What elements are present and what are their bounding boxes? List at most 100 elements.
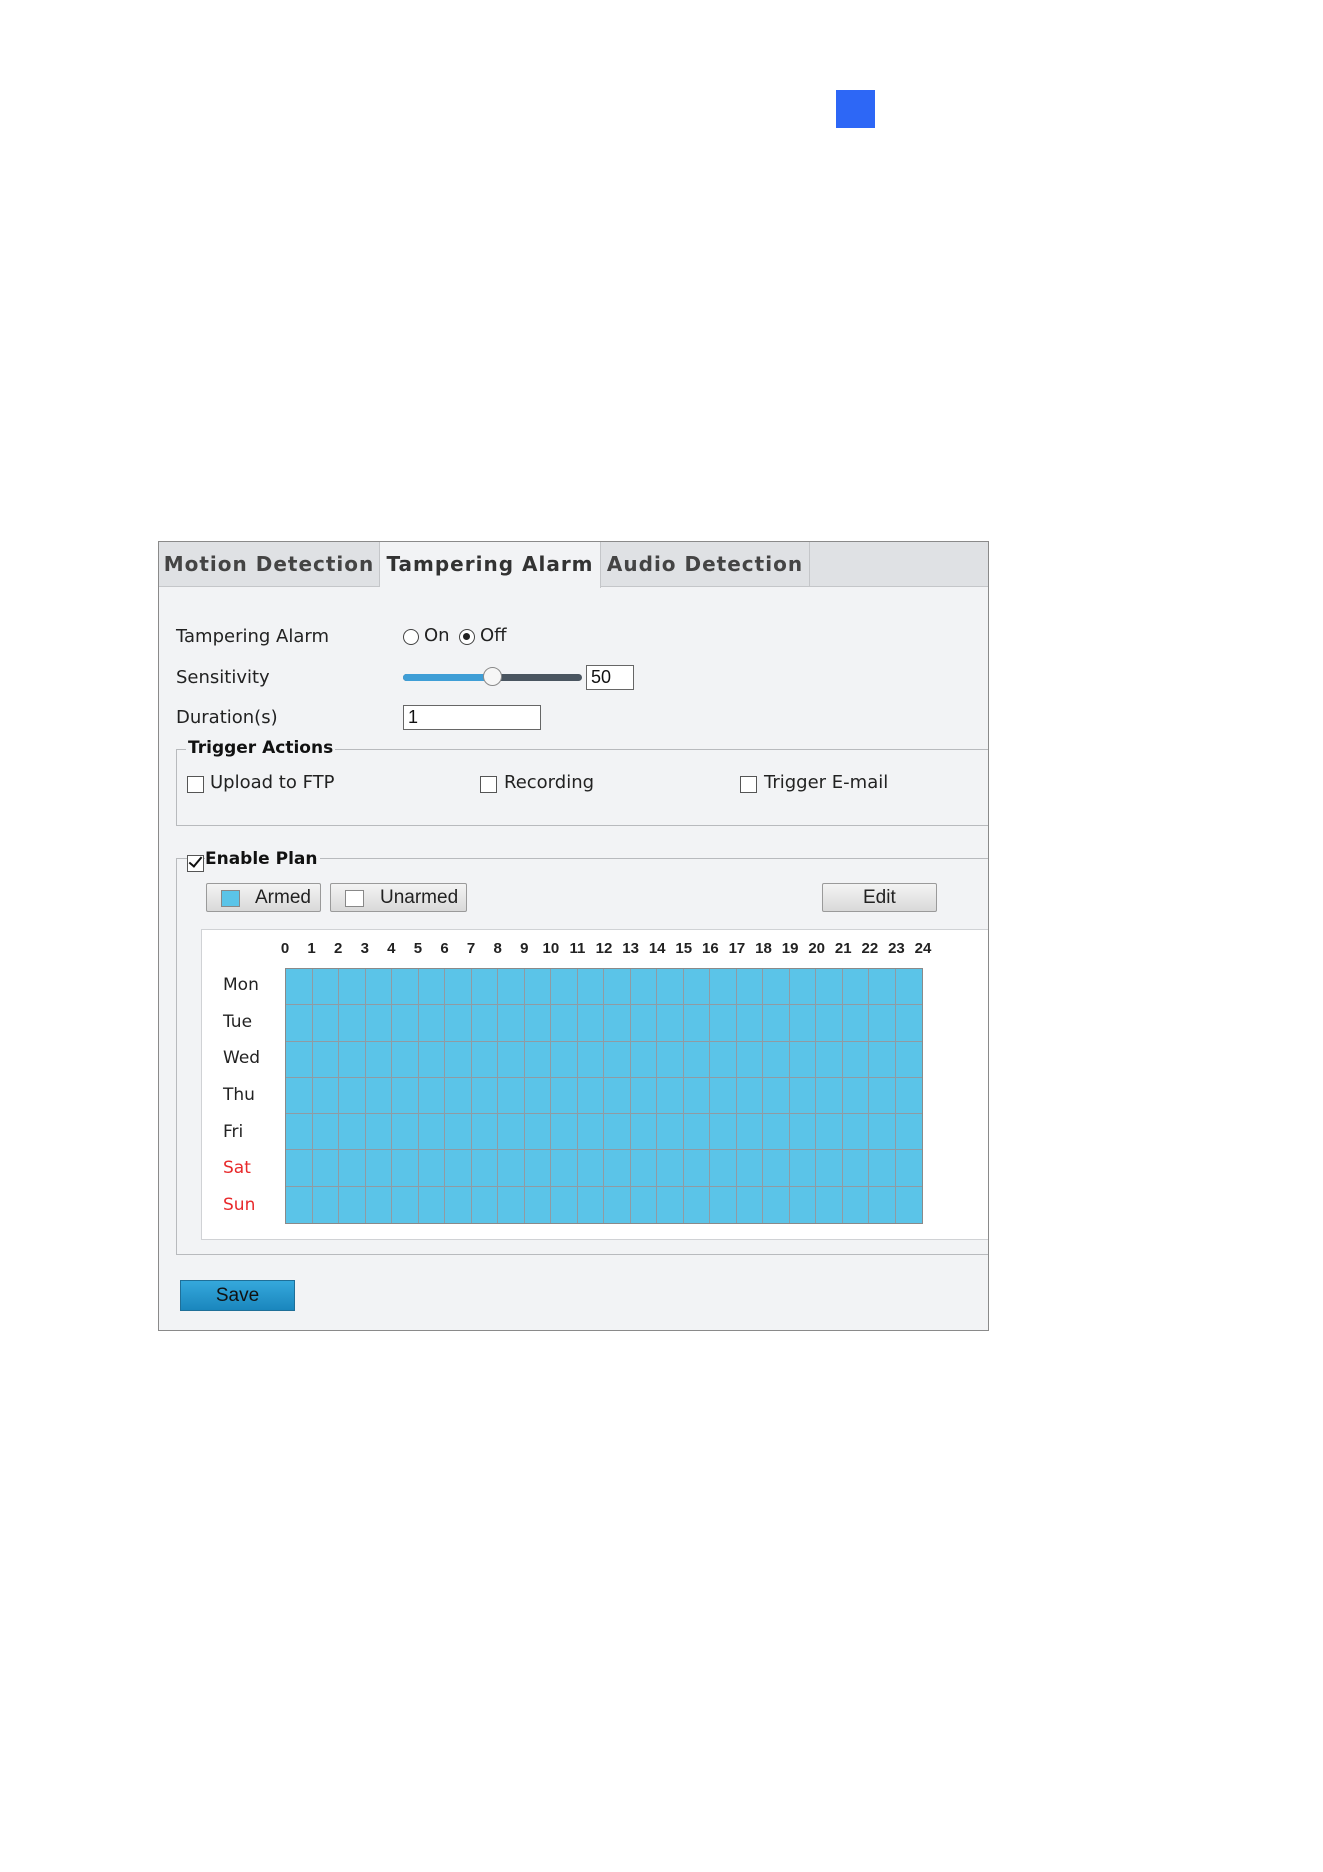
schedule-cell[interactable] [312, 1077, 339, 1115]
recording-checkbox[interactable] [480, 776, 497, 793]
schedule-cell[interactable] [816, 1114, 843, 1151]
schedule-cell[interactable] [789, 969, 816, 1006]
schedule-cell[interactable] [524, 1186, 551, 1223]
schedule-cell[interactable] [445, 969, 472, 1006]
schedule-cell[interactable] [498, 1005, 525, 1042]
trigger-email-label[interactable]: Trigger E-mail [764, 772, 888, 793]
schedule-cell[interactable] [816, 1150, 843, 1187]
schedule-cell[interactable] [630, 1077, 657, 1115]
schedule-cell[interactable] [312, 1114, 339, 1151]
schedule-cell[interactable] [789, 1114, 816, 1151]
schedule-cell[interactable] [339, 1150, 366, 1187]
schedule-cell[interactable] [816, 1041, 843, 1078]
schedule-cell[interactable] [312, 1041, 339, 1078]
tab-motion-detection[interactable]: Motion Detection [159, 542, 380, 587]
schedule-cell[interactable] [339, 1005, 366, 1042]
schedule-cell[interactable] [577, 1005, 604, 1042]
schedule-cell[interactable] [577, 1077, 604, 1115]
alarm-on-radio[interactable] [403, 629, 419, 645]
schedule-cell[interactable] [657, 1114, 684, 1151]
schedule-cell[interactable] [630, 969, 657, 1006]
schedule-cell[interactable] [604, 1077, 631, 1115]
schedule-cell[interactable] [498, 1114, 525, 1151]
schedule-cell[interactable] [816, 969, 843, 1006]
save-button[interactable]: Save [180, 1280, 295, 1311]
schedule-cell[interactable] [789, 1186, 816, 1223]
schedule-cell[interactable] [842, 1077, 869, 1115]
schedule-cell[interactable] [604, 1150, 631, 1187]
schedule-cell[interactable] [286, 1114, 313, 1151]
schedule-cell[interactable] [498, 1077, 525, 1115]
schedule-cell[interactable] [842, 1186, 869, 1223]
schedule-cell[interactable] [392, 1114, 419, 1151]
schedule-cell[interactable] [312, 1150, 339, 1187]
alarm-off-label[interactable]: Off [480, 625, 507, 646]
schedule-cell[interactable] [471, 1150, 498, 1187]
schedule-cell[interactable] [365, 1077, 392, 1115]
schedule-cell[interactable] [763, 1041, 790, 1078]
schedule-cell[interactable] [683, 1041, 710, 1078]
schedule-cell[interactable] [789, 1005, 816, 1042]
schedule-cell[interactable] [551, 1077, 578, 1115]
schedule-cell[interactable] [816, 1186, 843, 1223]
schedule-grid[interactable] [285, 968, 923, 1224]
schedule-cell[interactable] [445, 1150, 472, 1187]
edit-button[interactable]: Edit [822, 883, 937, 912]
schedule-cell[interactable] [842, 969, 869, 1006]
schedule-cell[interactable] [736, 1114, 763, 1151]
schedule-cell[interactable] [524, 1041, 551, 1078]
schedule-cell[interactable] [869, 1005, 896, 1042]
schedule-cell[interactable] [286, 1041, 313, 1078]
schedule-cell[interactable] [392, 1041, 419, 1078]
schedule-cell[interactable] [895, 1186, 922, 1223]
schedule-cell[interactable] [498, 1150, 525, 1187]
schedule-cell[interactable] [710, 1077, 737, 1115]
schedule-cell[interactable] [445, 1186, 472, 1223]
schedule-cell[interactable] [683, 1186, 710, 1223]
tab-audio-detection[interactable]: Audio Detection [601, 542, 810, 587]
schedule-cell[interactable] [339, 1186, 366, 1223]
schedule-cell[interactable] [392, 1186, 419, 1223]
schedule-cell[interactable] [895, 1005, 922, 1042]
schedule-cell[interactable] [577, 1114, 604, 1151]
schedule-cell[interactable] [445, 1005, 472, 1042]
schedule-cell[interactable] [630, 1150, 657, 1187]
alarm-off-radio[interactable] [459, 629, 475, 645]
schedule-cell[interactable] [710, 969, 737, 1006]
schedule-cell[interactable] [842, 1041, 869, 1078]
schedule-cell[interactable] [816, 1077, 843, 1115]
schedule-cell[interactable] [471, 1041, 498, 1078]
schedule-cell[interactable] [736, 1005, 763, 1042]
tab-tampering-alarm[interactable]: Tampering Alarm [380, 542, 601, 588]
schedule-cell[interactable] [763, 1114, 790, 1151]
schedule-cell[interactable] [392, 1150, 419, 1187]
schedule-cell[interactable] [471, 969, 498, 1006]
schedule-cell[interactable] [445, 1114, 472, 1151]
schedule-cell[interactable] [524, 1077, 551, 1115]
schedule-cell[interactable] [842, 1005, 869, 1042]
schedule-cell[interactable] [869, 969, 896, 1006]
schedule-cell[interactable] [683, 1077, 710, 1115]
sensitivity-slider-thumb[interactable] [483, 667, 502, 686]
schedule-cell[interactable] [471, 1114, 498, 1151]
schedule-cell[interactable] [312, 1186, 339, 1223]
schedule-cell[interactable] [710, 1186, 737, 1223]
schedule-cell[interactable] [365, 1186, 392, 1223]
schedule-cell[interactable] [312, 969, 339, 1006]
schedule-cell[interactable] [524, 1005, 551, 1042]
upload-ftp-checkbox[interactable] [187, 776, 204, 793]
schedule-cell[interactable] [418, 1041, 445, 1078]
schedule-cell[interactable] [657, 1041, 684, 1078]
schedule-cell[interactable] [604, 1041, 631, 1078]
trigger-email-checkbox[interactable] [740, 776, 757, 793]
armed-button[interactable]: Armed [206, 883, 321, 912]
schedule-cell[interactable] [895, 1041, 922, 1078]
schedule-cell[interactable] [551, 1005, 578, 1042]
schedule-cell[interactable] [630, 1041, 657, 1078]
schedule-cell[interactable] [471, 1005, 498, 1042]
schedule-cell[interactable] [604, 1005, 631, 1042]
schedule-cell[interactable] [339, 1041, 366, 1078]
schedule-cell[interactable] [869, 1114, 896, 1151]
schedule-cell[interactable] [816, 1005, 843, 1042]
enable-plan-checkbox[interactable] [187, 855, 204, 872]
